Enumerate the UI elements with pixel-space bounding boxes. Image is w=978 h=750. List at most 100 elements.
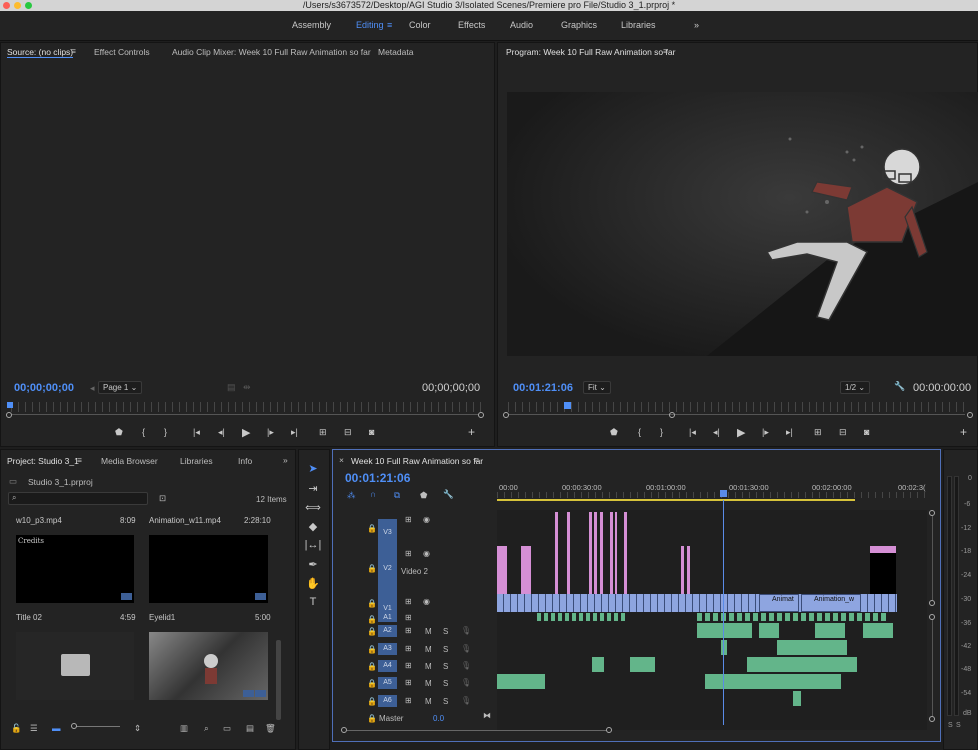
play-icon[interactable]: ▶ — [242, 426, 250, 439]
track-lock-icon[interactable]: 🔒 — [367, 627, 377, 636]
program-zoom-start-handle[interactable] — [503, 412, 509, 418]
step-back-icon[interactable]: ◂| — [713, 427, 720, 438]
overwrite-icon[interactable]: ⊟ — [344, 427, 352, 438]
track-lock-icon[interactable]: 🔒 — [367, 697, 377, 706]
type-tool-icon[interactable]: T — [303, 596, 323, 608]
pen-tool-icon[interactable]: ✒ — [303, 558, 323, 571]
audio-clip[interactable] — [721, 640, 727, 655]
project-scrollbar[interactable] — [276, 640, 281, 720]
track-output-icon[interactable]: ⊞ — [405, 696, 412, 705]
audio-vertical-scrollbar[interactable] — [932, 620, 933, 716]
video-clip[interactable] — [600, 512, 603, 594]
track-eye-icon[interactable]: ◉ — [423, 597, 430, 606]
hand-tool-icon[interactable]: ✋ — [303, 577, 323, 590]
ripple-edit-tool-icon[interactable]: ⟺ — [303, 501, 323, 514]
project-thumbnail[interactable]: Credits — [16, 535, 134, 603]
workspace-color[interactable]: Color — [409, 20, 431, 30]
step-forward-icon[interactable]: |▸ — [762, 427, 769, 438]
timeline-horizontal-scrollbar[interactable] — [347, 730, 607, 731]
selection-tool-icon[interactable]: ➤ — [303, 462, 323, 475]
program-menu-icon[interactable]: ≡ — [663, 46, 668, 56]
video-clip[interactable] — [610, 512, 613, 594]
minimize-window-button[interactable] — [14, 2, 21, 9]
track-output-icon[interactable]: ⊞ — [405, 549, 412, 558]
timeline-ruler[interactable] — [497, 492, 927, 498]
video-clip[interactable] — [624, 512, 627, 594]
track-lock-icon[interactable]: 🔒 — [367, 524, 377, 533]
lock-icon[interactable]: 🔓 — [11, 723, 22, 734]
close-window-button[interactable] — [3, 2, 10, 9]
track-target-a1[interactable]: A1 — [378, 613, 397, 622]
zoom-slider-handle[interactable] — [71, 723, 77, 729]
timeline-settings-icon[interactable]: 🔧 — [443, 489, 454, 500]
video-clip[interactable] — [555, 512, 558, 594]
export-frame-icon[interactable]: ◙ — [864, 427, 869, 437]
solo-button[interactable]: S — [443, 662, 448, 671]
mute-button[interactable]: M — [425, 645, 432, 654]
mark-out-icon[interactable]: } — [164, 427, 167, 437]
timeline-playhead-handle[interactable] — [720, 490, 727, 497]
mute-button[interactable]: M — [425, 697, 432, 706]
tab-metadata[interactable]: Metadata — [378, 47, 413, 57]
audio-clip[interactable] — [705, 674, 841, 689]
source-timecode-in[interactable]: 00;00;00;00 — [14, 382, 74, 394]
export-frame-icon[interactable]: ◙ — [369, 427, 374, 437]
track-target-a4[interactable]: A4 — [378, 660, 397, 672]
audio-clip[interactable] — [777, 640, 847, 655]
project-search-input[interactable]: ⌕ — [8, 492, 148, 505]
workspace-graphics[interactable]: Graphics — [561, 20, 597, 30]
timeline-timecode[interactable]: 00:01:21:06 — [345, 471, 410, 485]
mark-in-icon[interactable]: { — [638, 427, 641, 437]
track-eye-icon[interactable]: ◉ — [423, 549, 430, 558]
video-clip[interactable] — [594, 512, 597, 594]
workspace-effects[interactable]: Effects — [458, 20, 485, 30]
solo-left-button[interactable]: S — [948, 722, 953, 729]
audio-clip[interactable] — [537, 613, 627, 621]
tab-libraries[interactable]: Libraries — [180, 456, 213, 466]
thumbnail-zoom-slider[interactable] — [74, 726, 120, 727]
master-volume[interactable]: 0.0 — [433, 714, 444, 723]
tab-media-browser[interactable]: Media Browser — [101, 456, 158, 466]
video-clip[interactable] — [870, 546, 896, 594]
track-target-a5[interactable]: A5 — [378, 677, 397, 689]
source-zoom-end-handle[interactable] — [478, 412, 484, 418]
sort-icons-icon[interactable]: ⇕ — [134, 723, 141, 734]
resolution-dropdown[interactable]: 1/2 ⌄ — [840, 381, 871, 394]
solo-button[interactable]: S — [443, 645, 448, 654]
track-target-a2[interactable]: A2 — [378, 625, 397, 637]
audio-clip[interactable] — [793, 691, 801, 706]
audio-clip[interactable] — [697, 613, 887, 621]
track-lock-icon[interactable]: 🔒 — [367, 645, 377, 654]
page-prev-icon[interactable]: ◂ — [90, 383, 95, 394]
audio-clip[interactable] — [697, 623, 752, 638]
workspace-editing[interactable]: Editing — [356, 20, 384, 30]
track-lock-icon[interactable]: 🔒 — [367, 599, 377, 608]
insert-icon[interactable]: ⊞ — [319, 427, 327, 438]
tab-project[interactable]: Project: Studio 3_1 — [7, 456, 79, 466]
add-marker-icon[interactable]: ⬟ — [115, 427, 123, 438]
track-output-icon[interactable]: ⊞ — [405, 678, 412, 687]
audio-clip[interactable] — [863, 623, 893, 638]
voiceover-mic-icon[interactable]: 🎙 — [461, 661, 471, 670]
settings-wrench-icon[interactable]: 🔧 — [894, 381, 905, 392]
track-output-icon[interactable]: ⊞ — [405, 626, 412, 635]
track-lock-icon[interactable]: 🔒 — [367, 714, 377, 723]
source-time-ruler[interactable] — [11, 402, 483, 412]
timeline-marker-icon[interactable]: ⬟ — [420, 490, 427, 501]
razor-tool-icon[interactable]: ◆ — [303, 520, 323, 533]
workspace-audio[interactable]: Audio — [510, 20, 533, 30]
sequence-menu-icon[interactable]: ≡ — [474, 455, 479, 465]
video-vertical-scrollbar[interactable] — [932, 516, 933, 600]
track-output-icon[interactable]: ⊞ — [405, 644, 412, 653]
tab-audio-clip-mixer[interactable]: Audio Clip Mixer: Week 10 Full Raw Anima… — [172, 47, 371, 57]
page-dropdown[interactable]: Page 1 ⌄ — [98, 381, 143, 394]
program-zoom-mid-handle[interactable] — [669, 412, 675, 418]
solo-button[interactable]: S — [443, 679, 448, 688]
mute-button[interactable]: M — [425, 627, 432, 636]
icon-view-icon[interactable]: ▬ — [52, 723, 61, 733]
h-scroll-end[interactable] — [606, 727, 612, 733]
video-clip[interactable]: Animation_w — [801, 594, 861, 612]
go-to-in-icon[interactable]: |◂ — [689, 427, 696, 438]
solo-right-button[interactable]: S — [956, 722, 961, 729]
voiceover-mic-icon[interactable]: 🎙 — [461, 644, 471, 653]
